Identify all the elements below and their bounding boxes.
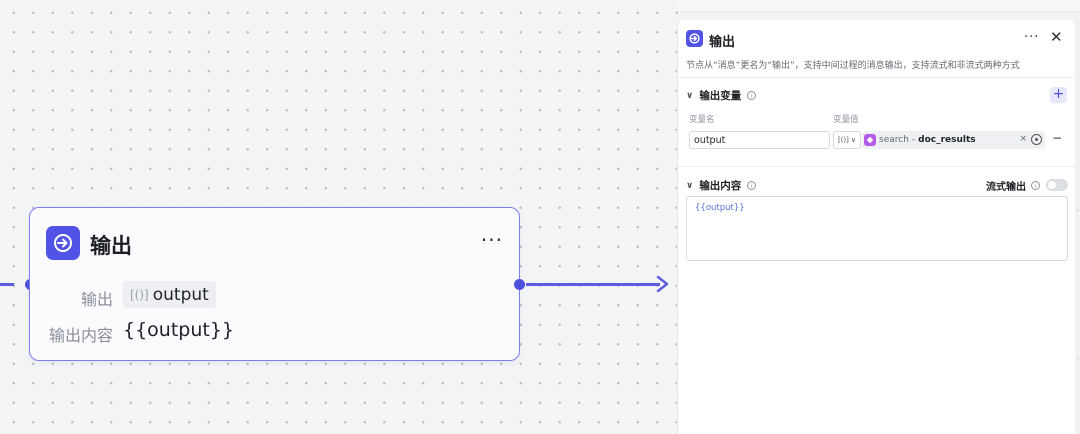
variable-type-icon: [()] xyxy=(130,287,149,302)
value-source: search xyxy=(879,135,909,145)
node-output-var-chip: [()] output xyxy=(123,281,216,308)
node-config-panel: 输出 ··· ✕ 节点从“消息”更名为“输出”，支持中间过程的消息输出，支持流式… xyxy=(677,20,1076,434)
info-icon[interactable]: i xyxy=(747,91,757,100)
remove-variable-button[interactable]: − xyxy=(1052,131,1062,145)
info-icon[interactable]: i xyxy=(747,181,757,190)
panel-title: 输出 xyxy=(709,35,736,50)
node-content-value: {{output}} xyxy=(123,319,235,341)
target-icon[interactable] xyxy=(1031,134,1042,145)
variable-type-select[interactable]: [()] ∨ xyxy=(833,131,861,149)
output-content-editor[interactable]: {{output}} xyxy=(686,196,1068,261)
more-icon[interactable]: ··· xyxy=(481,230,503,250)
divider xyxy=(1076,210,1080,211)
panel-edge xyxy=(1075,20,1080,434)
stream-output-label: 流式输出 i xyxy=(986,178,1040,193)
edge-arrow-icon xyxy=(656,275,669,293)
node-output-label: 输出 xyxy=(80,290,113,309)
chevron-down-icon[interactable]: ∨ xyxy=(686,91,693,101)
output-content-title: 输出内容 xyxy=(699,180,742,192)
divider xyxy=(678,166,1076,167)
outgoing-edge[interactable] xyxy=(526,283,660,286)
variable-name-input[interactable] xyxy=(689,131,830,149)
node-content-label: 输出内容 xyxy=(48,326,113,345)
search-node-icon xyxy=(864,134,876,146)
node-title: 输出 xyxy=(90,234,132,258)
incoming-edge[interactable] xyxy=(0,283,14,286)
divider xyxy=(678,77,1076,78)
chevron-down-icon: ∨ xyxy=(850,136,857,144)
divider xyxy=(1076,358,1080,359)
value-separator: - xyxy=(911,135,916,145)
chevron-down-icon[interactable]: ∨ xyxy=(686,181,693,191)
output-port[interactable] xyxy=(514,279,525,290)
clear-value-icon[interactable]: × xyxy=(1019,134,1027,144)
output-variables-header[interactable]: ∨ 输出变量 i xyxy=(686,88,757,103)
node-output-var-name: output xyxy=(152,284,209,305)
stream-output-toggle[interactable] xyxy=(1046,179,1068,191)
col-var-value: 变量值 xyxy=(833,115,859,125)
col-var-name: 变量名 xyxy=(689,115,715,125)
variable-value-field[interactable]: search - doc_results × xyxy=(862,131,1045,149)
output-node-icon xyxy=(46,226,80,260)
value-field: doc_results xyxy=(918,135,976,145)
workflow-canvas[interactable]: 输出 ··· 输出 [()] output 输出内容 {{output}} xyxy=(0,0,678,434)
add-variable-button[interactable]: + xyxy=(1050,87,1067,103)
panel-output-icon xyxy=(686,30,703,47)
output-variables-title: 输出变量 xyxy=(699,90,742,102)
close-icon[interactable]: ✕ xyxy=(1050,28,1063,46)
panel-more-icon[interactable]: ··· xyxy=(1024,30,1039,45)
output-node[interactable]: 输出 ··· 输出 [()] output 输出内容 {{output}} xyxy=(29,207,520,361)
panel-description: 节点从“消息”更名为“输出”，支持中间过程的消息输出，支持流式和非流式两种方式 xyxy=(686,61,1020,71)
info-icon[interactable]: i xyxy=(1031,181,1040,190)
variable-type-label: [()] xyxy=(837,136,849,144)
output-content-header[interactable]: ∨ 输出内容 i xyxy=(686,178,757,193)
stream-output-text: 流式输出 xyxy=(986,182,1026,193)
